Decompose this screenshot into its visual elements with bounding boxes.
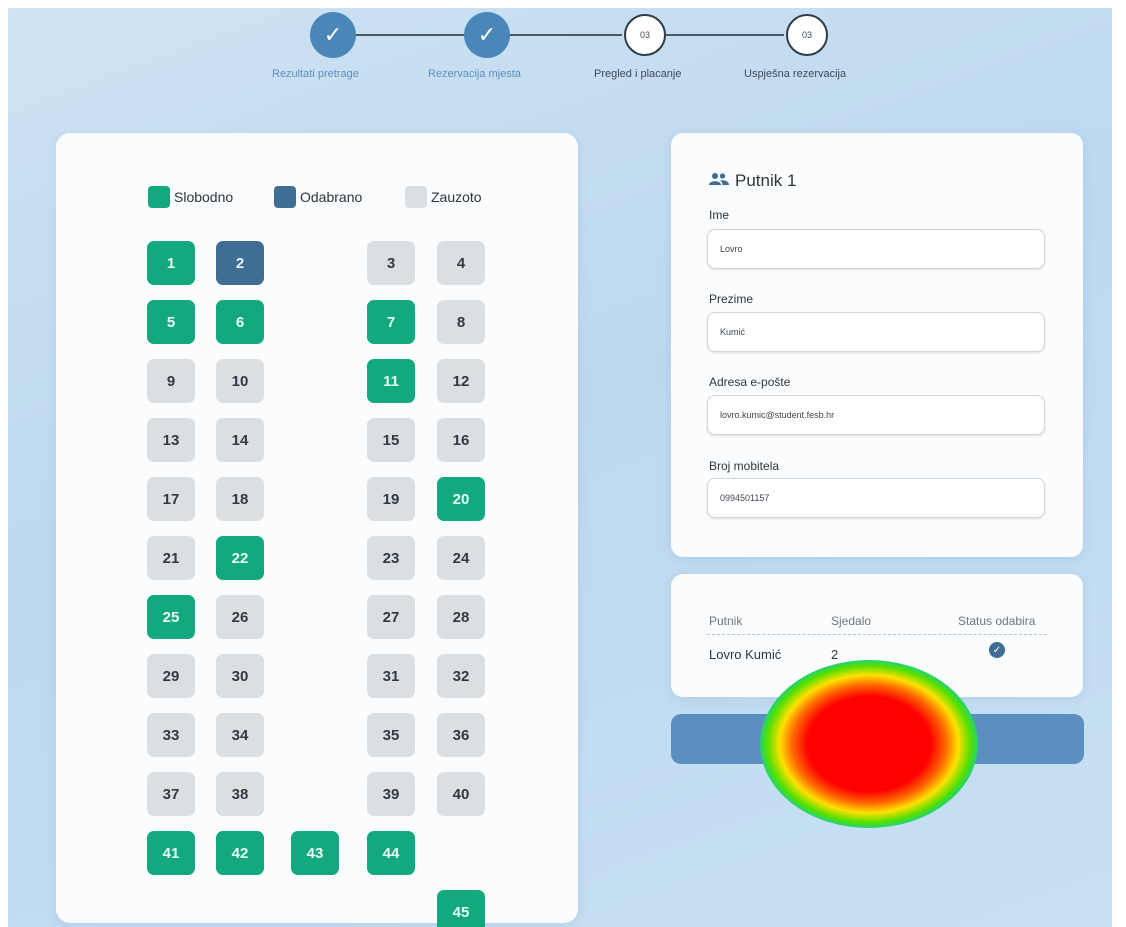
seat-2[interactable]: 2 bbox=[216, 241, 264, 285]
seat-29: 29 bbox=[147, 654, 195, 698]
legend-free-swatch bbox=[148, 186, 170, 208]
step-1-label[interactable]: Rezultati pretrage bbox=[272, 68, 359, 80]
seat-34: 34 bbox=[216, 713, 264, 757]
passenger-title-text: Putnik 1 bbox=[735, 171, 797, 190]
seat-17: 17 bbox=[147, 477, 195, 521]
step-4-badge: 03 bbox=[786, 14, 828, 56]
seat-8: 8 bbox=[437, 300, 485, 344]
seat-39: 39 bbox=[367, 772, 415, 816]
legend-taken-label: Zauzoto bbox=[431, 189, 482, 205]
seat-5[interactable]: 5 bbox=[147, 300, 195, 344]
continue-button[interactable] bbox=[671, 714, 1084, 764]
seat-12: 12 bbox=[437, 359, 485, 403]
seat-23: 23 bbox=[367, 536, 415, 580]
seat-25[interactable]: 25 bbox=[147, 595, 195, 639]
seat-20[interactable]: 20 bbox=[437, 477, 485, 521]
summary-passenger-name: Lovro Kumić bbox=[709, 647, 782, 662]
seat-36: 36 bbox=[437, 713, 485, 757]
frame-left bbox=[0, 0, 8, 927]
legend-free: Slobodno bbox=[148, 186, 233, 208]
seat-18: 18 bbox=[216, 477, 264, 521]
seat-33: 33 bbox=[147, 713, 195, 757]
seat-27: 27 bbox=[367, 595, 415, 639]
legend-free-label: Slobodno bbox=[174, 189, 234, 205]
step-4-label: Uspješna rezervacija bbox=[744, 68, 847, 80]
seat-35: 35 bbox=[367, 713, 415, 757]
seat-9: 9 bbox=[147, 359, 195, 403]
seat-3: 3 bbox=[367, 241, 415, 285]
seat-26: 26 bbox=[216, 595, 264, 639]
seat-13: 13 bbox=[147, 418, 195, 462]
legend-selected: Odabrano bbox=[274, 186, 362, 208]
step-3-badge: 03 bbox=[624, 14, 666, 56]
step-1-check-icon: ✓ bbox=[310, 12, 356, 58]
seat-16: 16 bbox=[437, 418, 485, 462]
last-name-input[interactable] bbox=[707, 312, 1045, 352]
seat-41[interactable]: 41 bbox=[147, 831, 195, 875]
seat-1[interactable]: 1 bbox=[147, 241, 195, 285]
passenger-form-panel: Putnik 1 Ime Prezime Adresa e-pošte Broj… bbox=[671, 133, 1083, 557]
passenger-title: Putnik 1 bbox=[709, 171, 796, 191]
legend-selected-swatch bbox=[274, 186, 296, 208]
seat-7[interactable]: 7 bbox=[367, 300, 415, 344]
booking-stepper: ✓ ✓ 03 03 Rezultati pretrage Rezervacija… bbox=[0, 12, 1126, 92]
seat-11[interactable]: 11 bbox=[367, 359, 415, 403]
seat-6[interactable]: 6 bbox=[216, 300, 264, 344]
seat-22[interactable]: 22 bbox=[216, 536, 264, 580]
step-3-label: Pregled i placanje bbox=[594, 68, 682, 80]
check-circle-icon: ✓ bbox=[989, 642, 1005, 658]
seat-37: 37 bbox=[147, 772, 195, 816]
seat-21: 21 bbox=[147, 536, 195, 580]
seat-legend: Slobodno Odabrano Zauzoto bbox=[56, 186, 578, 212]
step-connector bbox=[356, 34, 464, 36]
step-connector bbox=[510, 34, 622, 36]
step-2-label[interactable]: Rezervacija mjesta bbox=[428, 68, 521, 80]
seat-38: 38 bbox=[216, 772, 264, 816]
seat-31: 31 bbox=[367, 654, 415, 698]
step-connector bbox=[666, 34, 784, 36]
seat-28: 28 bbox=[437, 595, 485, 639]
frame-right bbox=[1112, 0, 1126, 927]
first-name-label: Ime bbox=[709, 208, 730, 222]
seat-14: 14 bbox=[216, 418, 264, 462]
seat-32: 32 bbox=[437, 654, 485, 698]
seat-45[interactable]: 45 bbox=[437, 890, 485, 927]
seat-10: 10 bbox=[216, 359, 264, 403]
seat-15: 15 bbox=[367, 418, 415, 462]
frame-top bbox=[0, 0, 1126, 8]
seat-map-panel: Slobodno Odabrano Zauzoto 1 2 3 4 5 6 7 8 9 10 11 1… bbox=[56, 133, 578, 927]
seat-43[interactable]: 43 bbox=[291, 831, 339, 875]
seat-30: 30 bbox=[216, 654, 264, 698]
legend-taken-swatch bbox=[405, 186, 427, 208]
step-2-check-icon: ✓ bbox=[464, 12, 510, 58]
summary-header-seat: Sjedalo bbox=[831, 614, 872, 628]
seat-24: 24 bbox=[437, 536, 485, 580]
email-label: Adresa e-pošte bbox=[709, 375, 791, 389]
selection-summary-panel: Putnik Sjedalo Status odabira Lovro Kumi… bbox=[671, 574, 1083, 697]
seat-19: 19 bbox=[367, 477, 415, 521]
legend-taken: Zauzoto bbox=[405, 186, 482, 208]
legend-selected-label: Odabrano bbox=[300, 189, 363, 205]
summary-seat-number: 2 bbox=[831, 647, 839, 662]
summary-header-status: Status odabira bbox=[958, 614, 1036, 628]
users-icon bbox=[709, 172, 729, 191]
seat-40: 40 bbox=[437, 772, 485, 816]
seat-44[interactable]: 44 bbox=[367, 831, 415, 875]
summary-divider bbox=[707, 634, 1047, 635]
seat-4: 4 bbox=[437, 241, 485, 285]
phone-input[interactable] bbox=[707, 478, 1045, 518]
phone-label: Broj mobitela bbox=[709, 459, 780, 473]
summary-header-passenger: Putnik bbox=[709, 614, 743, 628]
first-name-input[interactable] bbox=[707, 229, 1045, 269]
email-input[interactable] bbox=[707, 395, 1045, 435]
seat-42[interactable]: 42 bbox=[216, 831, 264, 875]
last-name-label: Prezime bbox=[709, 292, 754, 306]
